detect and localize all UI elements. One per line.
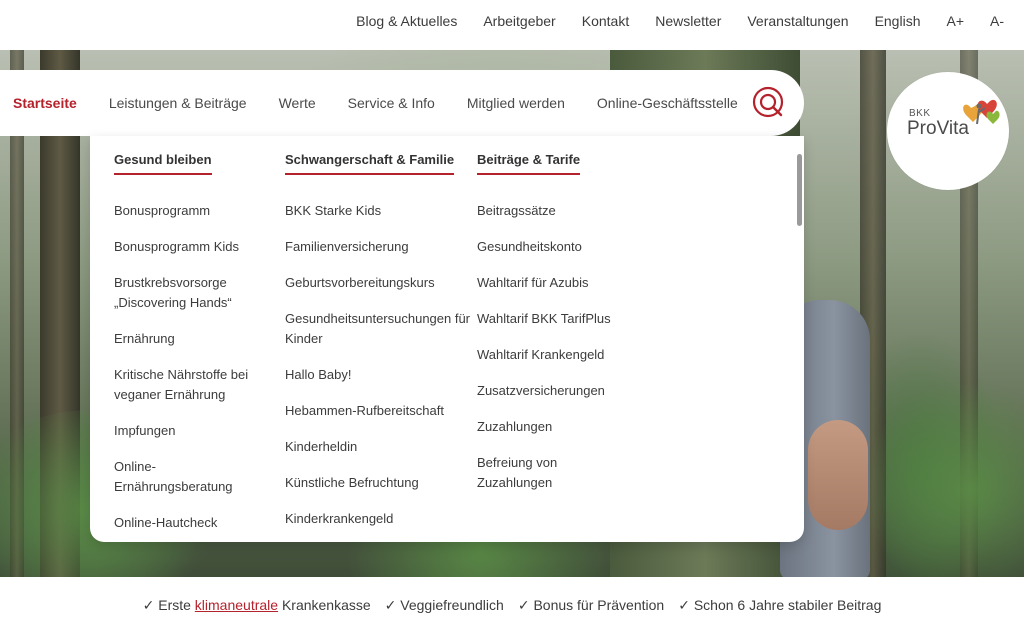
menu-item[interactable]: Gesundheitskonto bbox=[477, 237, 637, 257]
dropdown-scrollbar-thumb[interactable] bbox=[797, 154, 802, 226]
menu-item[interactable]: BKK Starke Kids bbox=[285, 201, 470, 221]
language-english-link[interactable]: English bbox=[875, 13, 921, 29]
menu-item[interactable]: Online-Ernährungsberatung bbox=[114, 457, 244, 497]
menu-item[interactable]: Wahltarif Krankengeld bbox=[477, 345, 637, 365]
menu-item[interactable]: Brustkrebsvorsorge „Discovering Hands“ bbox=[114, 273, 274, 313]
nav-item-leistungen[interactable]: Leistungen & Beiträge bbox=[109, 95, 247, 111]
menu-column-beitraege: Beiträge & Tarife Beitragssätze Gesundhe… bbox=[477, 136, 637, 509]
menu-list: Bonusprogramm Bonusprogramm Kids Brustkr… bbox=[114, 201, 274, 533]
menu-item[interactable]: Kinderkrankengeld bbox=[285, 509, 470, 529]
menu-item[interactable]: Wahltarif für Azubis bbox=[477, 273, 637, 293]
menu-item[interactable]: Beitragssätze bbox=[477, 201, 637, 221]
main-nav: Startseite Leistungen & Beiträge Werte S… bbox=[13, 70, 738, 136]
bkk-provita-logo[interactable]: BKK ProVita bbox=[887, 72, 1009, 190]
menu-item[interactable]: Kinderheldin bbox=[285, 437, 470, 457]
menu-item[interactable]: Bonusprogramm bbox=[114, 201, 274, 221]
menu-column-title[interactable]: Gesund bleiben bbox=[114, 152, 212, 175]
top-link-veranstaltungen[interactable]: Veranstaltungen bbox=[747, 13, 848, 29]
menu-item[interactable]: Wahltarif BKK TarifPlus bbox=[477, 309, 637, 329]
top-bar: Blog & Aktuelles Arbeitgeber Kontakt New… bbox=[0, 0, 1024, 50]
menu-item[interactable]: Online-Hautcheck bbox=[114, 513, 274, 533]
top-link-blog[interactable]: Blog & Aktuelles bbox=[356, 13, 457, 29]
logo-hearts-icon bbox=[963, 99, 1000, 125]
menu-item[interactable]: Gesundheitsuntersuchungen für Kinder bbox=[285, 309, 470, 349]
nav-item-service[interactable]: Service & Info bbox=[348, 95, 435, 111]
menu-item[interactable]: Bonusprogramm Kids bbox=[114, 237, 274, 257]
search-button[interactable] bbox=[750, 84, 790, 124]
menu-item[interactable]: Hebammen-Rufbereitschaft bbox=[285, 401, 470, 421]
menu-column-title[interactable]: Schwangerschaft & Familie bbox=[285, 152, 455, 175]
mega-menu-dropdown: Gesund bleiben Bonusprogramm Bonusprogra… bbox=[90, 136, 804, 542]
menu-item[interactable]: Zuzahlungen bbox=[477, 417, 637, 437]
menu-item[interactable]: Familienversicherung bbox=[285, 237, 470, 257]
usp-item-bonus: ✓ Bonus für Prävention bbox=[517, 596, 665, 613]
menu-list: Beitragssätze Gesundheitskonto Wahltarif… bbox=[477, 201, 637, 493]
usp-item-klimaneutral: ✓ Erste klimaneutrale Krankenkasse bbox=[143, 597, 371, 614]
menu-item[interactable]: Impfungen bbox=[114, 421, 274, 441]
top-link-arbeitgeber[interactable]: Arbeitgeber bbox=[483, 13, 555, 29]
nav-item-mitglied[interactable]: Mitglied werden bbox=[467, 95, 565, 111]
usp-text: Krankenkasse bbox=[278, 596, 371, 613]
font-decrease-button[interactable]: A- bbox=[990, 13, 1004, 29]
menu-item[interactable]: Hallo Baby! bbox=[285, 365, 470, 385]
menu-column-title[interactable]: Beiträge & Tarife bbox=[477, 152, 581, 175]
search-icon bbox=[752, 86, 784, 118]
top-link-newsletter[interactable]: Newsletter bbox=[655, 13, 721, 29]
klimaneutrale-link[interactable]: klimaneutrale bbox=[195, 597, 278, 613]
usp-item-beitrag: ✓ Schon 6 Jahre stabiler Beitrag bbox=[678, 596, 882, 613]
nav-item-startseite[interactable]: Startseite bbox=[13, 95, 77, 111]
menu-item[interactable]: Ernährung bbox=[114, 329, 274, 349]
nav-item-werte[interactable]: Werte bbox=[279, 95, 316, 111]
person-arm bbox=[808, 420, 868, 530]
menu-item[interactable]: Kritische Nährstoffe bei veganer Ernähru… bbox=[114, 365, 274, 405]
menu-item[interactable]: Geburtsvorbereitungskurs bbox=[285, 273, 470, 293]
menu-column-schwangerschaft: Schwangerschaft & Familie BKK Starke Kid… bbox=[285, 136, 470, 542]
menu-column-gesund: Gesund bleiben Bonusprogramm Bonusprogra… bbox=[114, 136, 274, 542]
font-increase-button[interactable]: A+ bbox=[946, 13, 964, 29]
usp-bar: ✓ Erste klimaneutrale Krankenkasse ✓ Veg… bbox=[0, 577, 1024, 633]
top-links: Blog & Aktuelles Arbeitgeber Kontakt New… bbox=[356, 0, 1004, 42]
menu-list: BKK Starke Kids Familienversicherung Geb… bbox=[285, 201, 470, 529]
menu-item[interactable]: Befreiung von Zuzahlungen bbox=[477, 453, 587, 493]
nav-item-online-geschaeftsstelle[interactable]: Online-Geschäftsstelle bbox=[597, 95, 738, 111]
menu-item[interactable]: Künstliche Befruchtung bbox=[285, 473, 470, 493]
top-link-kontakt[interactable]: Kontakt bbox=[582, 13, 629, 29]
logo-provita-text: ProVita bbox=[907, 118, 969, 139]
menu-item[interactable]: Zusatzversicherungen bbox=[477, 381, 637, 401]
usp-text: ✓ Erste bbox=[142, 596, 195, 613]
usp-item-veggie: ✓ Veggiefreundlich bbox=[384, 596, 504, 613]
